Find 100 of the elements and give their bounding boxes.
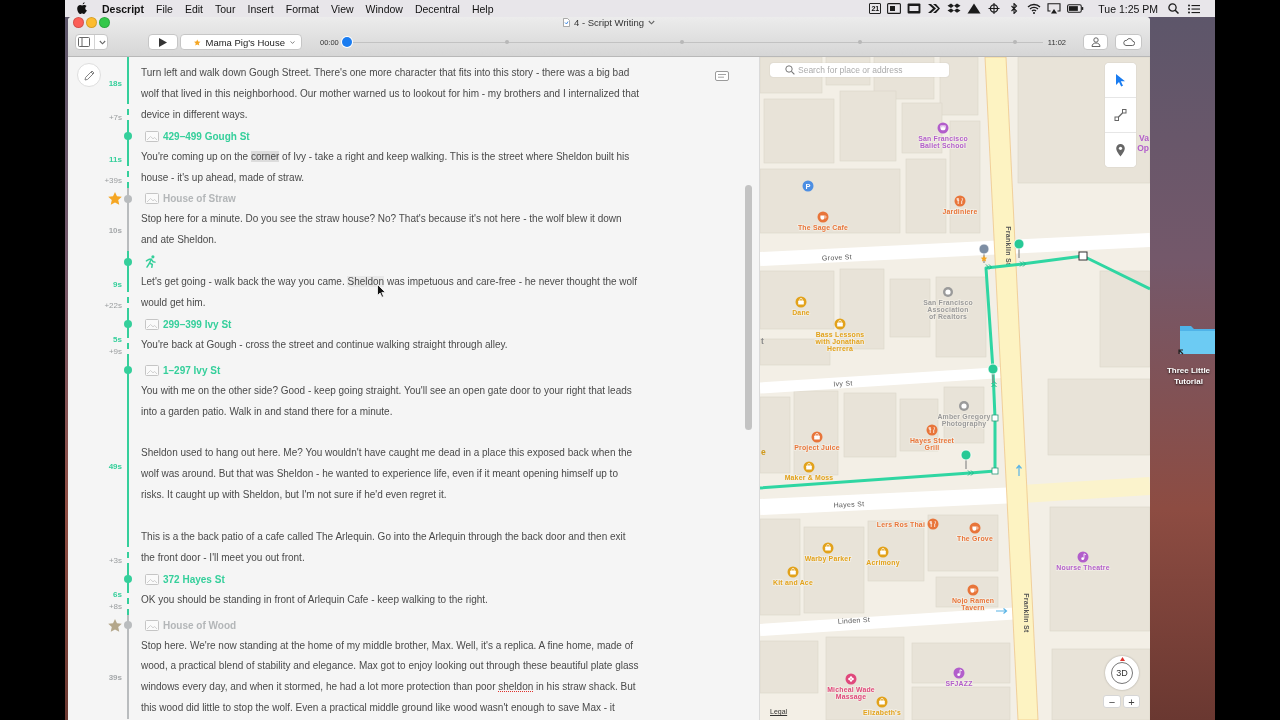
menu-item[interactable]: Edit	[184, 2, 204, 15]
pin-tool-button[interactable]	[1105, 133, 1136, 167]
wifi-icon[interactable]	[1027, 3, 1042, 14]
flower-icon[interactable]	[845, 673, 857, 685]
mask-icon[interactable]	[937, 122, 949, 134]
battery-icon[interactable]	[1067, 3, 1085, 14]
script-paragraph: OK you should be standing in front of Arlequin Cafe - keep walking to the right.	[141, 592, 489, 607]
caret-icon	[289, 39, 295, 45]
triangle-icon[interactable]	[967, 3, 982, 14]
map-pin-icon[interactable]	[987, 363, 999, 384]
route-handle[interactable]	[991, 467, 999, 475]
menu-item[interactable]: View	[331, 2, 354, 15]
playhead-thumb[interactable]	[341, 37, 352, 47]
script-paragraph: Stop here for a minute. Do you see the straw house? No? That's because it's not here - the wolf blew it down and ate Sheldon.	[141, 212, 623, 248]
cup-icon[interactable]	[817, 211, 829, 223]
direction-chevron-icon	[991, 381, 997, 388]
music-note-icon[interactable]	[1077, 551, 1089, 563]
timeline-dot-icon[interactable]	[124, 366, 132, 375]
route-tool-button[interactable]	[1105, 98, 1136, 133]
shopping-bag-icon[interactable]	[787, 566, 799, 578]
app-menu[interactable]: Descript	[102, 2, 144, 15]
transition-duration: +9s	[108, 347, 122, 357]
account-button[interactable]	[1083, 34, 1108, 50]
location-dropdown[interactable]: Mama Pig's House	[180, 34, 302, 50]
search-field[interactable]: Search for place or address	[770, 63, 949, 77]
cup-icon[interactable]	[969, 522, 981, 534]
shopping-bag-icon[interactable]	[876, 696, 888, 708]
list-icon[interactable]	[1188, 3, 1200, 14]
display-icon[interactable]	[1047, 3, 1062, 14]
diamonds-icon[interactable]	[947, 3, 962, 14]
comment-icon[interactable]	[715, 71, 729, 81]
timeline-dot-icon[interactable]	[124, 194, 132, 203]
document-icon	[562, 18, 570, 27]
pointer-icon	[1114, 73, 1127, 87]
cup-icon[interactable]	[967, 584, 979, 596]
route-handle[interactable]	[991, 414, 999, 422]
script-paragraph: You with me on the other side? Good - keep going straight. You'll see an open gate door to your right that leads into a garden patio. Walk in and stand there for a minute.	[141, 383, 633, 419]
map-pin-icon[interactable]	[1013, 238, 1025, 259]
menu-item[interactable]: Insert	[247, 2, 274, 15]
shopping-bag-icon[interactable]	[834, 318, 846, 330]
map-pin-icon[interactable]	[978, 243, 990, 264]
minimize-button[interactable]	[86, 17, 97, 28]
map-pin-icon[interactable]	[960, 449, 972, 470]
script-paragraph: You're coming up on the corner of Ivy - take a right and keep walking. This is the street where Sheldon built his house - it's up ahead, made of straw.	[141, 149, 631, 185]
star-icon[interactable]	[108, 192, 122, 206]
fork-knife-icon[interactable]	[954, 195, 966, 207]
pointer-tool-button[interactable]	[1105, 63, 1136, 98]
chapter-marker-icon	[1012, 40, 1017, 44]
zoom-button[interactable]	[99, 17, 110, 28]
zoom-in-button[interactable]: +	[1123, 695, 1140, 708]
image-icon	[145, 318, 159, 330]
timeline-dot-icon[interactable]	[124, 132, 132, 141]
menu-item[interactable]: Tour	[215, 2, 236, 15]
close-button[interactable]	[73, 17, 84, 28]
ring-icon[interactable]	[959, 401, 969, 411]
duration-label: 11s	[109, 155, 122, 164]
scrollbar-thumb[interactable]	[745, 185, 752, 430]
shopping-bag-icon[interactable]	[811, 431, 823, 443]
pin-icon	[1114, 143, 1127, 157]
shopping-bag-icon[interactable]	[822, 542, 834, 554]
timeline-dot-icon[interactable]	[124, 621, 132, 630]
search-icon[interactable]	[1168, 3, 1179, 14]
folder-icon[interactable]	[1178, 323, 1215, 356]
zoom-out-button[interactable]: −	[1103, 695, 1121, 708]
crosshair-icon[interactable]	[987, 3, 1002, 14]
cloud-button[interactable]	[1115, 34, 1142, 50]
star-icon[interactable]	[108, 618, 122, 632]
menu-item[interactable]: Format	[285, 2, 319, 15]
script-paragraph: This is a the back patio of a cafe called The Arlequin. Go into the Arlequin through the back door and then exit the front door - I'll meet you out front.	[141, 529, 627, 565]
menu-item[interactable]: File	[156, 2, 173, 15]
shopping-bag-icon[interactable]	[803, 461, 815, 473]
duration-label: 10s	[108, 225, 122, 235]
timeline-dot-icon[interactable]	[124, 575, 132, 584]
menu-item[interactable]: Help	[471, 2, 494, 15]
menu-item[interactable]: Window	[365, 2, 403, 15]
fork-knife-icon[interactable]	[927, 518, 939, 530]
chevrons-icon[interactable]	[927, 3, 942, 14]
caret-icon	[648, 20, 655, 25]
menu-item[interactable]: Decentral	[414, 2, 460, 15]
menu-bar-clock[interactable]: Tue 1:25 PM	[1098, 2, 1158, 15]
route-handle[interactable]	[1078, 251, 1088, 261]
mouse-cursor-icon	[377, 284, 386, 298]
play-button[interactable]	[148, 34, 178, 50]
shopping-bag-icon[interactable]	[795, 296, 807, 308]
window-icon[interactable]	[907, 3, 922, 14]
sidebar-toggle-button[interactable]	[75, 34, 108, 50]
edit-button[interactable]	[77, 63, 101, 87]
shopping-bag-icon[interactable]	[877, 546, 889, 558]
search-icon	[785, 65, 795, 75]
place-label: e	[761, 447, 766, 457]
apple-icon[interactable]	[77, 2, 88, 15]
screen-icon[interactable]	[887, 3, 902, 14]
timeline-dot-icon[interactable]	[124, 257, 132, 266]
timeline-dot-icon[interactable]	[124, 320, 132, 329]
ring-icon[interactable]	[943, 287, 953, 297]
fork-knife-icon[interactable]	[926, 424, 938, 436]
timeline-scrubber-track[interactable]	[341, 37, 1043, 47]
music-note-icon[interactable]	[953, 667, 965, 679]
location-title: House of Straw	[163, 193, 236, 205]
arrow-icon	[995, 607, 1008, 615]
